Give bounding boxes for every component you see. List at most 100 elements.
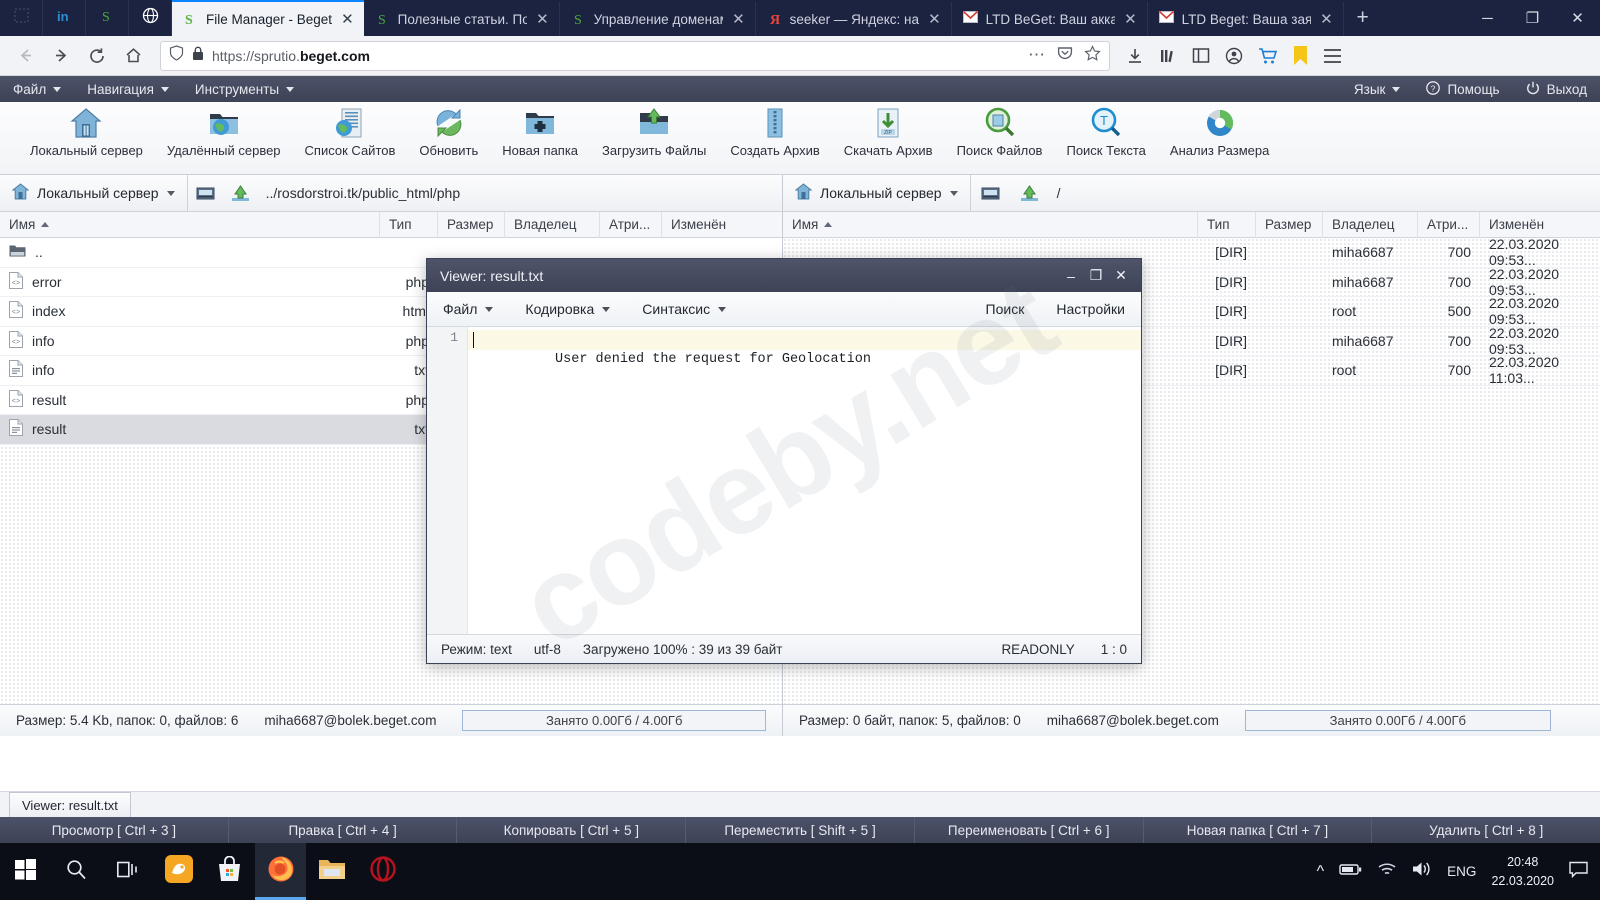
firefox-button[interactable] [255, 843, 306, 900]
microsoft-store-button[interactable] [204, 843, 255, 900]
viewer-body[interactable]: 1 User denied the request for Geolocatio… [427, 327, 1141, 634]
toolbar-upload-files[interactable]: Загрузить Файлы [590, 102, 718, 158]
column-header-modified[interactable]: Изменён [1480, 212, 1600, 238]
maximize-button[interactable]: ❐ [1510, 0, 1555, 36]
column-header-modified[interactable]: Изменён [662, 212, 782, 238]
account-icon[interactable] [1225, 47, 1243, 65]
app-menu-help[interactable]: ? Помощь [1413, 76, 1512, 102]
url-text[interactable]: https://sprutio.beget.com [212, 48, 370, 64]
star-icon[interactable] [1084, 44, 1101, 67]
app-menu-file[interactable]: Файл [0, 76, 74, 102]
app-menu-tools[interactable]: Инструменты [182, 76, 307, 102]
shield-icon[interactable] [169, 45, 184, 66]
left-server-selector[interactable]: Локальный сервер [0, 174, 188, 212]
task-view-button[interactable] [102, 843, 153, 900]
lock-icon[interactable] [192, 46, 204, 66]
viewer-menu-syntax[interactable]: Синтаксис [626, 292, 742, 327]
code-line[interactable]: User denied the request for Geolocation [468, 330, 1141, 367]
ellipsis-icon[interactable]: ⋯ [1028, 46, 1046, 63]
browser-tab-yandex[interactable]: Я seeker — Яндекс: нашло ✕ [756, 2, 952, 36]
pinned-tab-skype[interactable]: S [86, 0, 129, 36]
toolbar-download-archive[interactable]: ZIP Скачать Архив [832, 102, 945, 158]
browser-tab-beget-account[interactable]: LTD BeGet: Ваш аккаунт ✕ [952, 2, 1148, 36]
toolbar-refresh[interactable]: Обновить [407, 102, 490, 158]
column-header-name[interactable]: Имя [0, 211, 380, 238]
toolbar-file-search[interactable]: Поиск Файлов [945, 102, 1055, 158]
column-header-type[interactable]: Тип [380, 211, 438, 238]
fnkey-view[interactable]: Просмотр [ Ctrl + 3 ] [0, 817, 229, 843]
viewer-minimize-button[interactable]: ‒ [1060, 264, 1082, 288]
column-header-attr[interactable]: Атри... [1418, 211, 1480, 238]
viewer-close-button[interactable]: ✕ [1110, 264, 1132, 288]
download-icon[interactable] [1126, 47, 1144, 65]
fnkey-delete[interactable]: Удалить [ Ctrl + 8 ] [1372, 817, 1600, 843]
viewer-title-bar[interactable]: Viewer: result.txt ‒ ❐ ✕ [427, 259, 1141, 292]
start-button[interactable] [0, 843, 51, 900]
viewer-search-button[interactable]: Поиск [970, 292, 1041, 327]
right-server-selector[interactable]: Локальный сервер [783, 174, 971, 212]
close-icon[interactable]: ✕ [339, 12, 356, 27]
column-header-size[interactable]: Размер [1256, 211, 1323, 238]
fnkey-edit[interactable]: Правка [ Ctrl + 4 ] [229, 817, 458, 843]
toolbar-new-folder[interactable]: Новая папка [490, 102, 590, 158]
sidebar-icon[interactable] [1192, 47, 1210, 64]
taskbar-clock[interactable]: 20:48 22.03.2020 [1491, 853, 1554, 889]
forward-button[interactable] [44, 40, 78, 72]
wifi-icon[interactable] [1377, 862, 1397, 882]
language-indicator[interactable]: ENG [1447, 864, 1476, 879]
column-header-attr[interactable]: Атри... [600, 211, 662, 238]
toolbar-size-analysis[interactable]: Анализ Размера [1158, 102, 1281, 158]
task-tab-viewer[interactable]: Viewer: result.txt [9, 792, 131, 817]
browser-tab-beget-request[interactable]: LTD Beget: Ваша заявка ✕ [1148, 2, 1344, 36]
toolbar-sites-list[interactable]: Список Сайтов [293, 102, 408, 158]
pinned-tab-1[interactable] [0, 0, 43, 36]
toolbar-remote-server[interactable]: Удалённый сервер [155, 102, 293, 158]
battery-icon[interactable] [1339, 862, 1362, 881]
app-menu-logout[interactable]: Выход [1513, 76, 1600, 102]
opera-button[interactable] [357, 843, 408, 900]
viewer-menu-file[interactable]: Файл [427, 292, 509, 327]
browser-tab-articles[interactable]: S Полезные статьи. Подкл ✕ [364, 2, 560, 36]
back-button[interactable] [8, 40, 42, 72]
bookmark-icon[interactable] [1293, 45, 1308, 66]
toolbar-create-archive[interactable]: Создать Архив [718, 102, 831, 158]
toolbar-local-server[interactable]: Локальный сервер [18, 102, 155, 158]
pinned-tab-linkedin[interactable]: in [43, 0, 86, 36]
column-header-owner[interactable]: Владелец [1323, 211, 1418, 238]
volume-icon[interactable] [1412, 861, 1432, 882]
fnkey-move[interactable]: Переместить [ Shift + 5 ] [686, 817, 915, 843]
right-path-upload-icon[interactable] [1010, 184, 1049, 202]
left-path-upload-icon[interactable] [223, 184, 258, 202]
hamburger-menu-icon[interactable] [1323, 48, 1342, 64]
left-path-server-icon[interactable] [188, 185, 223, 202]
viewer-maximize-button[interactable]: ❐ [1085, 264, 1107, 288]
url-bar[interactable]: https://sprutio.beget.com ⋯ [160, 40, 1110, 71]
viewer-dialog[interactable]: Viewer: result.txt ‒ ❐ ✕ Файл Кодировка … [426, 258, 1142, 664]
search-button[interactable] [51, 843, 102, 900]
viewer-code-area[interactable]: User denied the request for Geolocation [468, 327, 1141, 634]
notification-icon[interactable] [1569, 861, 1588, 883]
minimize-button[interactable]: ─ [1465, 0, 1510, 36]
app-menu-navigation[interactable]: Навигация [74, 76, 182, 102]
close-icon[interactable]: ✕ [926, 12, 943, 27]
uc-browser-button[interactable] [153, 843, 204, 900]
fnkey-copy[interactable]: Копировать [ Ctrl + 5 ] [457, 817, 687, 843]
new-tab-button[interactable]: + [1344, 0, 1382, 36]
fnkey-rename[interactable]: Переименовать [ Ctrl + 6 ] [915, 817, 1144, 843]
viewer-settings-button[interactable]: Настройки [1040, 292, 1141, 327]
fnkey-new-folder[interactable]: Новая папка [ Ctrl + 7 ] [1144, 817, 1373, 843]
close-icon[interactable]: ✕ [1122, 12, 1139, 27]
file-explorer-button[interactable] [306, 843, 357, 900]
left-path-text[interactable]: ../rosdorstroi.tk/public_html/php [266, 185, 461, 201]
browser-tab-file-manager[interactable]: S File Manager - Beget ✕ [172, 0, 364, 36]
toolbar-text-search[interactable]: T Поиск Текста [1054, 102, 1157, 158]
close-icon[interactable]: ✕ [534, 12, 551, 27]
home-button[interactable] [116, 40, 150, 72]
cart-icon[interactable] [1258, 47, 1278, 65]
close-icon[interactable]: ✕ [730, 12, 747, 27]
column-header-type[interactable]: Тип [1198, 211, 1256, 238]
close-icon[interactable]: ✕ [1318, 12, 1335, 27]
right-path-text[interactable]: / [1057, 185, 1061, 201]
column-header-size[interactable]: Размер [438, 211, 505, 238]
reload-button[interactable] [80, 40, 114, 72]
